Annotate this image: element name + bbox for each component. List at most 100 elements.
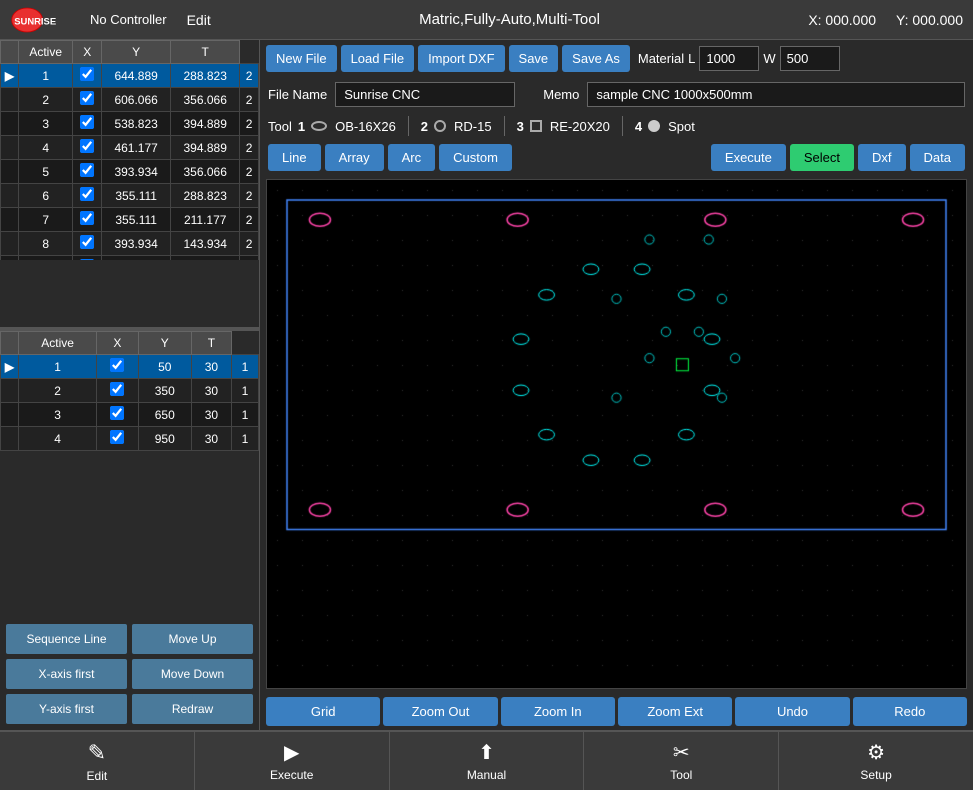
edit-icon: ✎: [88, 740, 106, 766]
dxf-button[interactable]: Dxf: [858, 144, 906, 171]
row-indicator: [1, 232, 19, 256]
row-t: 1: [232, 379, 259, 403]
row-x: 393.934: [102, 160, 171, 184]
y-axis-first-button[interactable]: Y-axis first: [6, 694, 127, 724]
import-dxf-button[interactable]: Import DXF: [418, 45, 504, 72]
table-row[interactable]: ▶ 1 50 30 1: [1, 355, 259, 379]
row-indicator: [1, 379, 19, 403]
footer-execute[interactable]: ▶ Execute: [195, 732, 390, 790]
line-button[interactable]: Line: [268, 144, 321, 171]
table-row[interactable]: 2 606.066 356.066 2: [1, 88, 259, 112]
redraw-button[interactable]: Redraw: [132, 694, 253, 724]
row-y: 288.823: [171, 64, 240, 88]
execute-icon: ▶: [284, 740, 299, 765]
array-button[interactable]: Array: [325, 144, 384, 171]
save-as-button[interactable]: Save As: [562, 45, 630, 72]
table-row[interactable]: 7 355.111 211.177 2: [1, 208, 259, 232]
table-row[interactable]: 4 950 30 1: [1, 427, 259, 451]
move-down-button[interactable]: Move Down: [132, 659, 253, 689]
sequence-line-button[interactable]: Sequence Line: [6, 624, 127, 654]
memo-input[interactable]: [587, 82, 965, 107]
zoom-ext-button[interactable]: Zoom Ext: [618, 697, 732, 726]
table-row[interactable]: 6 355.111 288.823 2: [1, 184, 259, 208]
row-active[interactable]: [73, 160, 102, 184]
bottom-buttons: Sequence Line Move Up X-axis first Move …: [0, 618, 259, 730]
save-button[interactable]: Save: [509, 45, 559, 72]
toolbar: New File Load File Import DXF Save Save …: [260, 40, 973, 77]
table-row[interactable]: 2 350 30 1: [1, 379, 259, 403]
table-row[interactable]: 8 393.934 143.934 2: [1, 232, 259, 256]
footer-tool-label: Tool: [670, 768, 692, 782]
table-row[interactable]: 3 650 30 1: [1, 403, 259, 427]
redo-button[interactable]: Redo: [853, 697, 967, 726]
tool4-icon: [648, 120, 660, 132]
zoom-out-button[interactable]: Zoom Out: [383, 697, 497, 726]
material-w-input[interactable]: [780, 46, 840, 71]
row-active[interactable]: [97, 427, 138, 451]
topbar: SUNRISE No Controller Edit Matric,Fully-…: [0, 0, 973, 40]
zoom-in-button[interactable]: Zoom In: [501, 697, 615, 726]
canvas-area[interactable]: [266, 179, 967, 689]
new-file-button[interactable]: New File: [266, 45, 337, 72]
filename-input[interactable]: [335, 82, 515, 107]
col-header-y: Y: [102, 41, 171, 64]
row-id: 1: [19, 64, 73, 88]
row-indicator: [1, 403, 19, 427]
w-label: W: [763, 51, 775, 66]
cnc-canvas[interactable]: [267, 180, 966, 689]
col2-header-active: Active: [19, 332, 97, 355]
edit-button[interactable]: Edit: [187, 12, 211, 28]
row-active[interactable]: [73, 208, 102, 232]
row-active[interactable]: [73, 232, 102, 256]
row-t: 2: [240, 256, 259, 261]
footer-setup[interactable]: ⚙ Setup: [779, 732, 973, 790]
row-x: 355.111: [102, 184, 171, 208]
tool-label: Tool: [268, 119, 292, 134]
row-active[interactable]: [73, 136, 102, 160]
row-x: 355.111: [102, 208, 171, 232]
row-active[interactable]: [73, 184, 102, 208]
row-indicator: [1, 256, 19, 261]
custom-button[interactable]: Custom: [439, 144, 512, 171]
bottom-tool-row: Grid Zoom Out Zoom In Zoom Ext Undo Redo: [260, 693, 973, 730]
load-file-button[interactable]: Load File: [341, 45, 414, 72]
data-button[interactable]: Data: [910, 144, 965, 171]
table-row[interactable]: 3 538.823 394.889 2: [1, 112, 259, 136]
row-indicator: [1, 112, 19, 136]
grid-button[interactable]: Grid: [266, 697, 380, 726]
select-button[interactable]: Select: [790, 144, 854, 171]
col-header-active: Active: [19, 41, 73, 64]
row-indicator: [1, 427, 19, 451]
material-l-input[interactable]: [699, 46, 759, 71]
row-active[interactable]: [73, 256, 102, 261]
move-up-button[interactable]: Move Up: [132, 624, 253, 654]
row-y: 356.066: [171, 88, 240, 112]
material-label: Material: [638, 51, 684, 66]
row-active[interactable]: [97, 403, 138, 427]
row-y: 30: [191, 379, 231, 403]
table-row[interactable]: 9 461.177 105.111 2: [1, 256, 259, 261]
row-x: 350: [138, 379, 191, 403]
table-row[interactable]: ▶ 1 644.889 288.823 2: [1, 64, 259, 88]
row-active[interactable]: [73, 112, 102, 136]
row-x: 650: [138, 403, 191, 427]
table-row[interactable]: 4 461.177 394.889 2: [1, 136, 259, 160]
footer-tool[interactable]: ✂ Tool: [584, 732, 779, 790]
row-t: 2: [240, 184, 259, 208]
footer-edit-label: Edit: [87, 769, 108, 783]
footer-edit[interactable]: ✎ Edit: [0, 732, 195, 790]
footer-manual[interactable]: ⬆ Manual: [390, 732, 585, 790]
row-active[interactable]: [97, 355, 138, 379]
bottom-table-section: Active X Y T ▶ 1 50 30 1 2 350 30: [0, 331, 259, 618]
row-y: 394.889: [171, 136, 240, 160]
row-active[interactable]: [73, 88, 102, 112]
row-active[interactable]: [97, 379, 138, 403]
arc-button[interactable]: Arc: [388, 144, 436, 171]
x-axis-first-button[interactable]: X-axis first: [6, 659, 127, 689]
row-active[interactable]: [73, 64, 102, 88]
table-row[interactable]: 5 393.934 356.066 2: [1, 160, 259, 184]
logo: SUNRISE: [10, 4, 70, 36]
undo-button[interactable]: Undo: [735, 697, 849, 726]
execute-button[interactable]: Execute: [711, 144, 786, 171]
center-info: Matric,Fully-Auto,Multi-Tool: [231, 11, 789, 28]
